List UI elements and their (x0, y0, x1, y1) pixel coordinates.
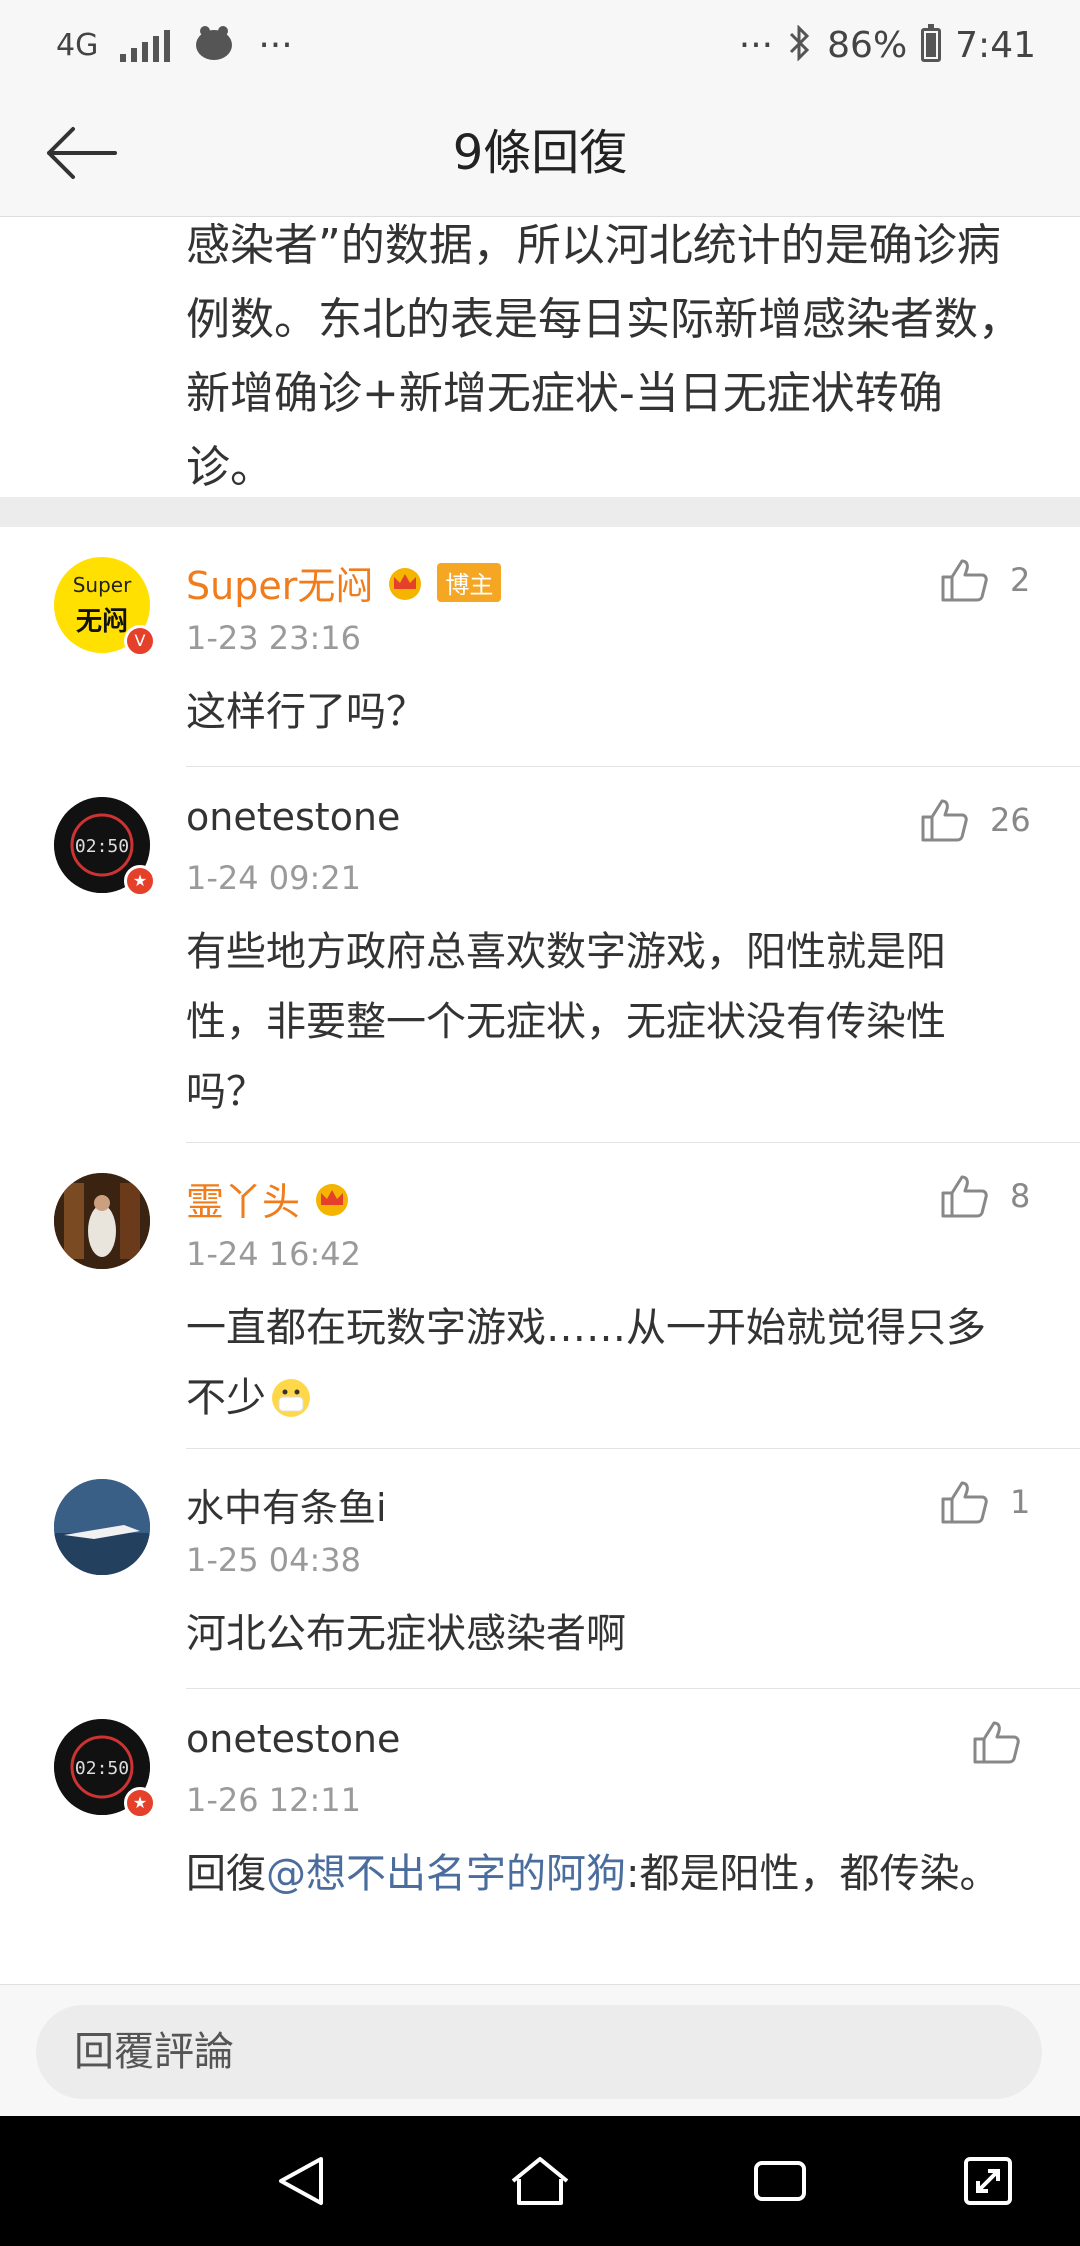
reply-item[interactable]: 霊丫头 1-24 16:42 一直都在玩数字游戏……从一开始就觉得只多不少 8 (0, 1143, 1080, 1449)
reply-prefix: 回復 (186, 1851, 266, 1897)
reply-time: 1-23 23:16 (186, 619, 362, 657)
member-badge: ★ (124, 1787, 156, 1819)
reply-time: 1-24 09:21 (186, 859, 362, 897)
vip-crown-icon (312, 1181, 352, 1217)
bluetooth-icon (787, 24, 813, 65)
status-bar: 4G ··· ··· 86% 7:41 (0, 0, 1080, 90)
thumbs-up-icon (941, 1175, 988, 1218)
more-notifications: ··· (258, 24, 293, 66)
reply-item[interactable]: Super 无闷 V Super无闷 博主 1-23 23:16 这样行了吗？ … (0, 527, 1080, 767)
like-count: 26 (990, 801, 1031, 839)
back-triangle-icon (279, 2157, 323, 2205)
network-type: 4G (56, 27, 99, 63)
reply-item[interactable]: 水中有条鱼i 1-25 04:38 河北公布无症状感染者啊 1 (0, 1449, 1080, 1689)
battery-percent: 86% (827, 24, 908, 66)
svg-text:02:50: 02:50 (75, 1758, 129, 1779)
username[interactable]: Super无闷 (186, 555, 373, 610)
reply-text: :都是阳性，都传染。 (626, 1851, 1000, 1897)
reply-time: 1-24 16:42 (186, 1235, 362, 1273)
avatar[interactable] (54, 1479, 150, 1575)
original-comment: 感染者”的数据，所以河北统计的是确诊病例数。东北的表是每日实际新增感染者数，新增… (0, 217, 1080, 497)
like-button[interactable]: 8 (940, 1173, 1030, 1219)
avatar[interactable] (54, 1173, 150, 1269)
thumbs-up-icon (921, 799, 968, 842)
username[interactable]: onetestone (186, 795, 400, 839)
like-count: 8 (1010, 1177, 1031, 1215)
user-mention-link[interactable]: @想不出名字的阿狗 (266, 1851, 626, 1897)
page-title: 9條回復 (452, 125, 628, 181)
signal-icon (120, 28, 171, 62)
avatar-logo-text: Super (72, 573, 132, 597)
verified-badge: V (124, 625, 156, 657)
like-button[interactable]: 1 (940, 1479, 1030, 1525)
nav-home-button[interactable] (505, 2146, 575, 2216)
system-navigation-bar (0, 2116, 1080, 2246)
top-app-bar: 9條回復 (0, 90, 1080, 217)
member-badge: ★ (124, 865, 156, 897)
nav-back-button[interactable] (266, 2146, 336, 2216)
clock: 7:41 (955, 24, 1036, 66)
like-button[interactable]: 26 (920, 797, 1031, 843)
battery-icon (921, 24, 942, 62)
svg-text:02:50: 02:50 (75, 836, 129, 857)
thumbs-up-icon (941, 559, 988, 602)
like-button[interactable]: 2 (940, 557, 1030, 603)
username[interactable]: onetestone (186, 1717, 400, 1761)
reply-time: 1-26 12:11 (186, 1781, 362, 1819)
reply-text: 河北公布无症状感染者啊 (186, 1611, 626, 1657)
recents-icon (754, 2161, 806, 2201)
like-count: 2 (1010, 561, 1031, 599)
reply-text: 有些地方政府总喜欢数字游戏，阳性就是阳性，非要整一个无症状，无症状没有传染性吗？ (186, 929, 946, 1115)
original-comment-text: 感染者”的数据，所以河北统计的是确诊病例数。东北的表是每日实际新增感染者数，新增… (186, 220, 1022, 493)
app-notification-icon (192, 23, 236, 67)
vip-crown-icon (385, 565, 425, 601)
mask-emoji-icon (270, 1371, 312, 1441)
thumbs-up-icon (973, 1721, 1020, 1764)
nav-expand-button[interactable] (953, 2146, 1023, 2216)
reply-item[interactable]: 02:50 ★ onetestone 1-24 09:21 有些地方政府总喜欢数… (0, 767, 1080, 1143)
overflow-dots: ··· (738, 24, 774, 66)
reply-item[interactable]: 02:50 ★ onetestone 1-26 12:11 回復@想不出名字的阿… (0, 1689, 1080, 1979)
reply-list: Super 无闷 V Super无闷 博主 1-23 23:16 这样行了吗？ … (0, 527, 1080, 1979)
expand-icon (964, 2157, 1012, 2205)
thumbs-up-icon (941, 1481, 988, 1524)
nav-recents-button[interactable] (745, 2146, 815, 2216)
reply-input[interactable]: 回覆評論 (36, 2005, 1042, 2099)
section-divider (0, 497, 1080, 527)
like-count: 1 (1010, 1483, 1031, 1521)
reply-time: 1-25 04:38 (186, 1541, 362, 1579)
home-icon (511, 2157, 569, 2205)
reply-bar: 回覆評論 (0, 1984, 1080, 2117)
username[interactable]: 霊丫头 (186, 1171, 300, 1226)
author-badge: 博主 (437, 563, 502, 602)
reply-text: 这样行了吗？ (186, 689, 426, 735)
like-button[interactable] (972, 1719, 1042, 1765)
username[interactable]: 水中有条鱼i (186, 1477, 387, 1532)
